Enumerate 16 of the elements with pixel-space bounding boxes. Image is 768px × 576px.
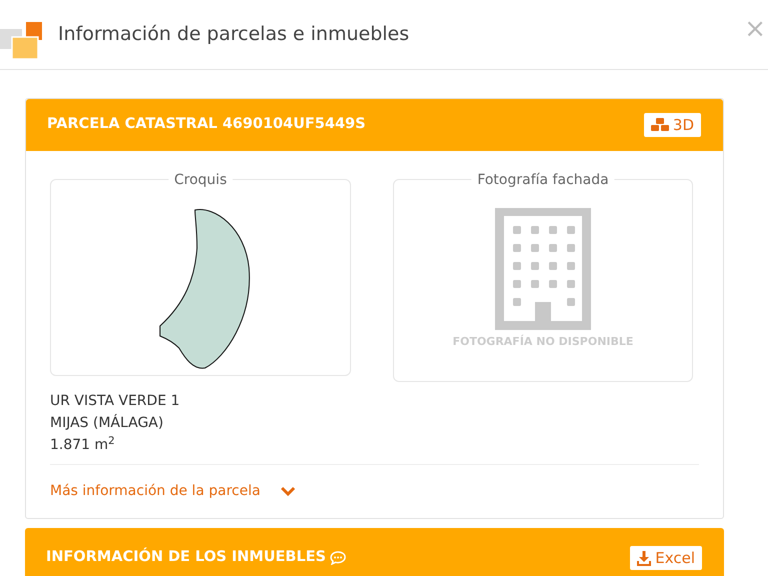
- address-line: UR VISTA VERDE 1: [50, 392, 180, 411]
- more-info-link[interactable]: Más información de la parcela: [50, 481, 260, 502]
- sketch-legend: Croquis: [168, 171, 233, 189]
- parcel-title: PARCELA CATASTRAL 4690104UF5449S: [47, 115, 366, 134]
- cubes-icon: [650, 118, 669, 132]
- excel-button[interactable]: Excel: [630, 546, 702, 570]
- 3d-button[interactable]: 3D: [644, 113, 701, 137]
- building-icon: [495, 208, 591, 330]
- window-title: Información de parcelas e inmuebles: [58, 22, 410, 48]
- download-icon: [637, 550, 652, 566]
- close-button[interactable]: ×: [742, 16, 768, 42]
- address-line: MIJAS (MÁLAGA): [50, 413, 164, 433]
- comment-icon: [330, 551, 346, 565]
- photo-legend: Fotografía fachada: [471, 171, 615, 189]
- properties-title: INFORMACIÓN DE LOS INMUEBLES: [46, 547, 326, 568]
- address-line: 1.871 m$^{2}$: [50, 434, 115, 455]
